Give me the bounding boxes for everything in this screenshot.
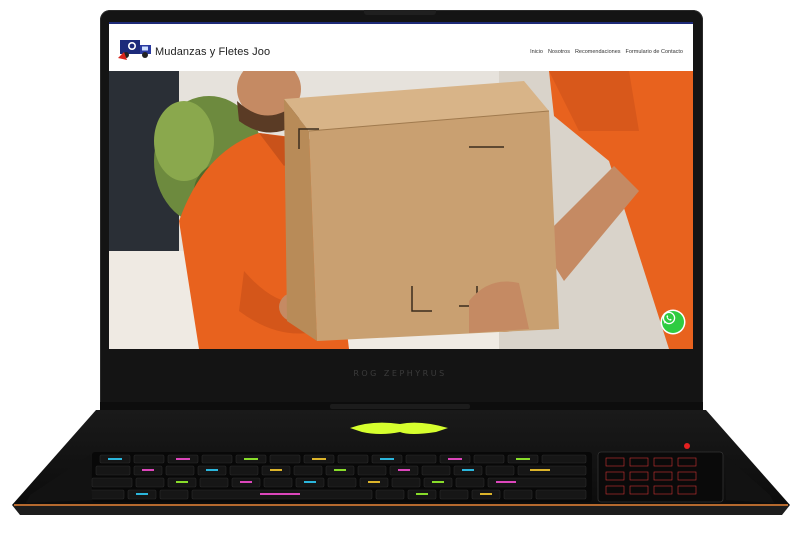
laptop-base [12,402,790,515]
touchpad-numpad-icon [597,451,724,503]
power-led-icon [684,443,690,449]
rgb-keyboard-icon [87,452,592,502]
